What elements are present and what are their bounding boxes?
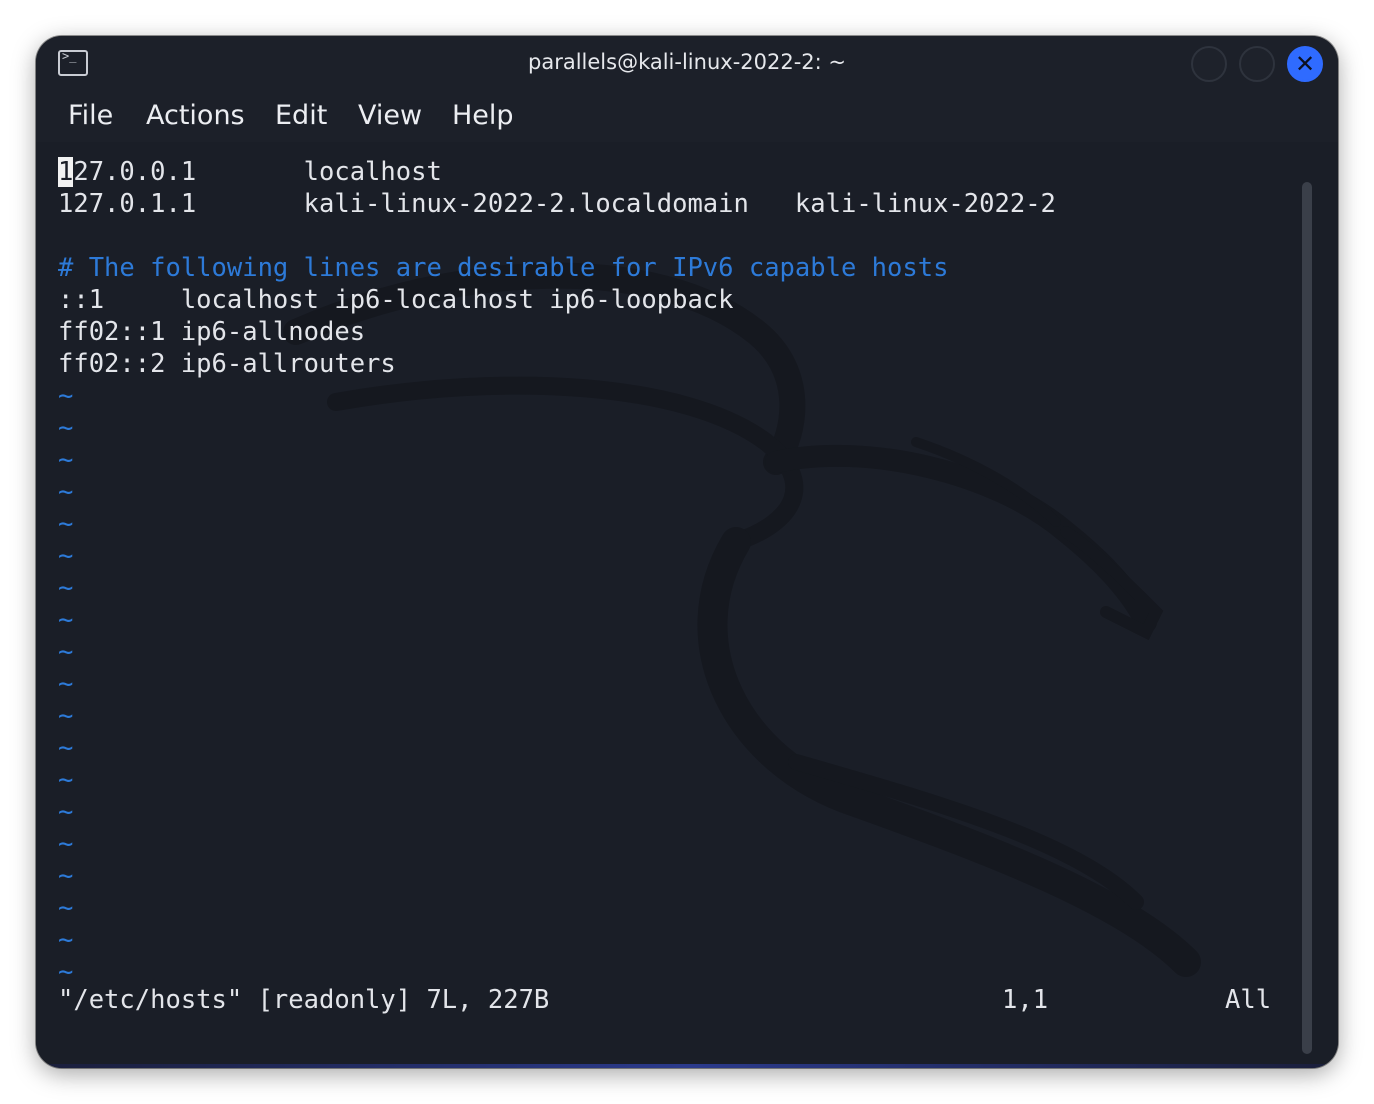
status-cursor-position: 1,1 [1002,985,1049,1015]
empty-line-tilde: ~ [58,829,74,859]
empty-line-tilde: ~ [58,893,74,923]
vertical-scrollbar[interactable] [1302,182,1312,1054]
hosts-line-1: 127.0.0.1 localhost [58,157,442,187]
hosts-line-7: ff02::2 ip6-allrouters [58,349,396,379]
empty-line-tilde: ~ [58,445,74,475]
empty-line-tilde: ~ [58,477,74,507]
hosts-line-6: ff02::1 ip6-allnodes [58,317,366,347]
empty-line-tilde: ~ [58,925,74,955]
menu-bar: File Actions Edit View Help [36,92,1338,142]
empty-line-tilde: ~ [58,637,74,667]
empty-line-tilde: ~ [58,413,74,443]
hosts-comment-line: # The following lines are desirable for … [58,253,949,283]
empty-line-tilde: ~ [58,669,74,699]
menu-file[interactable]: File [68,100,113,131]
menu-actions[interactable]: Actions [146,100,245,131]
terminal-window: >_ parallels@kali-linux-2022-2: ~ ✕ File… [36,36,1338,1068]
minimize-button[interactable] [1191,46,1227,82]
close-button[interactable]: ✕ [1287,46,1323,82]
title-bar[interactable]: >_ parallels@kali-linux-2022-2: ~ ✕ [36,36,1338,92]
empty-line-tilde: ~ [58,765,74,795]
status-file-info: "/etc/hosts" [readonly] 7L, 227B [58,985,550,1015]
hosts-line-5: ::1 localhost ip6-localhost ip6-loopback [58,285,734,315]
window-title: parallels@kali-linux-2022-2: ~ [528,50,846,74]
empty-line-tilde: ~ [58,541,74,571]
empty-line-tilde: ~ [58,797,74,827]
empty-line-tilde: ~ [58,509,74,539]
window-bottom-edge [36,1064,1338,1068]
text-cursor: 1 [58,157,74,187]
empty-line-tilde: ~ [58,605,74,635]
empty-line-tilde: ~ [58,381,74,411]
empty-line-tilde: ~ [58,861,74,891]
menu-edit[interactable]: Edit [275,100,327,131]
menu-help[interactable]: Help [452,100,514,131]
empty-line-tilde: ~ [58,701,74,731]
maximize-button[interactable] [1239,46,1275,82]
hosts-line-2: 127.0.1.1 kali-linux-2022-2.localdomain … [58,189,1056,219]
status-scroll-indicator: All [1225,985,1272,1015]
empty-line-tilde: ~ [58,573,74,603]
empty-line-tilde: ~ [58,733,74,763]
menu-view[interactable]: View [358,100,422,131]
terminal-content[interactable]: 127.0.0.1 localhost 127.0.1.1 kali-linux… [36,142,1338,1064]
close-icon: ✕ [1294,50,1316,78]
